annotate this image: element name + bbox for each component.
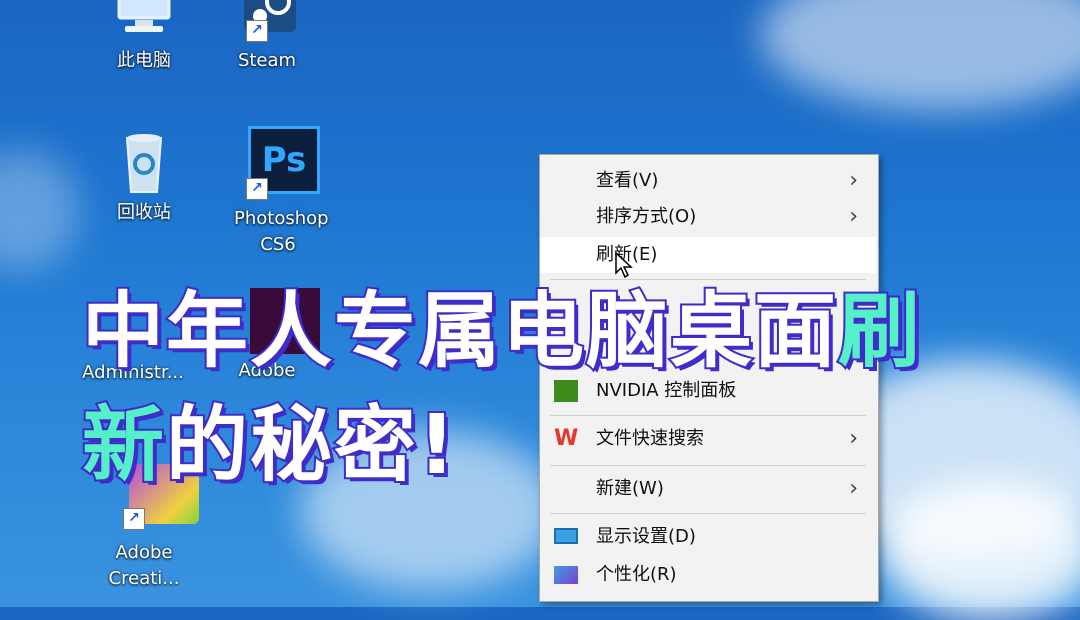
menu-item-label: 显示设置(D): [596, 526, 696, 547]
chevron-right-icon: ›: [849, 168, 858, 193]
shortcut-arrow-icon: ↗: [246, 178, 268, 200]
desktop-icon-label: 回收站: [117, 202, 171, 223]
desktop-icon-this-pc[interactable]: 此电脑: [89, 0, 199, 74]
desktop-icon-label-line2: CS6: [260, 234, 296, 255]
menu-item-new[interactable]: 新建(W) ›: [540, 471, 876, 507]
desktop-icon-label: Steam: [237, 50, 297, 71]
shortcut-arrow-icon: ↗: [246, 20, 268, 42]
shortcut-arrow-icon: ↗: [123, 508, 145, 530]
headline-accent-text: 刷: [836, 282, 923, 381]
this-pc-icon: [107, 0, 181, 48]
chevron-right-icon: ›: [849, 426, 858, 451]
menu-item-personalize[interactable]: 个性化(R): [540, 557, 876, 593]
chevron-right-icon: ›: [849, 204, 858, 229]
menu-item-label: 个性化(R): [596, 564, 677, 585]
cloud: [880, 480, 1080, 620]
display-icon: [554, 528, 578, 544]
headline-main-text: 的秘密!: [164, 396, 458, 495]
menu-item-sort-by[interactable]: 排序方式(O) ›: [540, 199, 876, 235]
desktop-icon-label: 此电脑: [117, 50, 171, 71]
chevron-right-icon: ›: [849, 476, 858, 501]
steam-icon: ↗: [230, 0, 304, 48]
headline-line-1: 中年人专属电脑桌面刷: [80, 282, 923, 382]
menu-item-file-quick-search[interactable]: W 文件快速搜索 ›: [540, 421, 876, 457]
menu-separator: [550, 279, 866, 280]
desktop-icon-photoshop[interactable]: Ps ↗ Photoshop CS6: [212, 124, 329, 258]
headline-accent-text: 新: [80, 396, 167, 495]
menu-item-refresh[interactable]: 刷新(E): [540, 237, 876, 279]
menu-item-label: 查看(V): [596, 170, 659, 191]
cloud: [0, 150, 80, 270]
menu-item-display-settings[interactable]: 显示设置(D): [540, 519, 876, 555]
menu-item-view[interactable]: 查看(V) ›: [540, 163, 876, 199]
wps-icon: W: [554, 426, 579, 451]
nvidia-icon: [554, 380, 578, 402]
menu-item-label: 文件快速搜索: [596, 428, 704, 449]
cloud: [760, 0, 1080, 110]
recycle-bin-icon: [107, 126, 181, 200]
menu-separator: [550, 465, 866, 466]
menu-item-label: 新建(W): [596, 478, 664, 499]
menu-separator: [550, 415, 866, 416]
headline-line-2: 新的秘密!: [80, 396, 458, 496]
headline-main-text: 中年人专属电脑桌面: [80, 282, 839, 381]
menu-item-label: 排序方式(O): [596, 206, 697, 227]
desktop-icon-recycle-bin[interactable]: 回收站: [89, 126, 199, 226]
desktop-icon-label-line2: Creati...: [108, 568, 180, 589]
personalize-icon: [554, 566, 578, 584]
menu-separator: [550, 513, 866, 514]
photoshop-icon: Ps ↗: [230, 124, 320, 200]
desktop-icon-label-line1: Photoshop: [234, 208, 329, 229]
desktop-icon-label-line1: Adobe: [115, 542, 173, 563]
mouse-cursor-icon: [615, 251, 633, 279]
desktop-icon-steam[interactable]: ↗ Steam: [212, 0, 322, 74]
